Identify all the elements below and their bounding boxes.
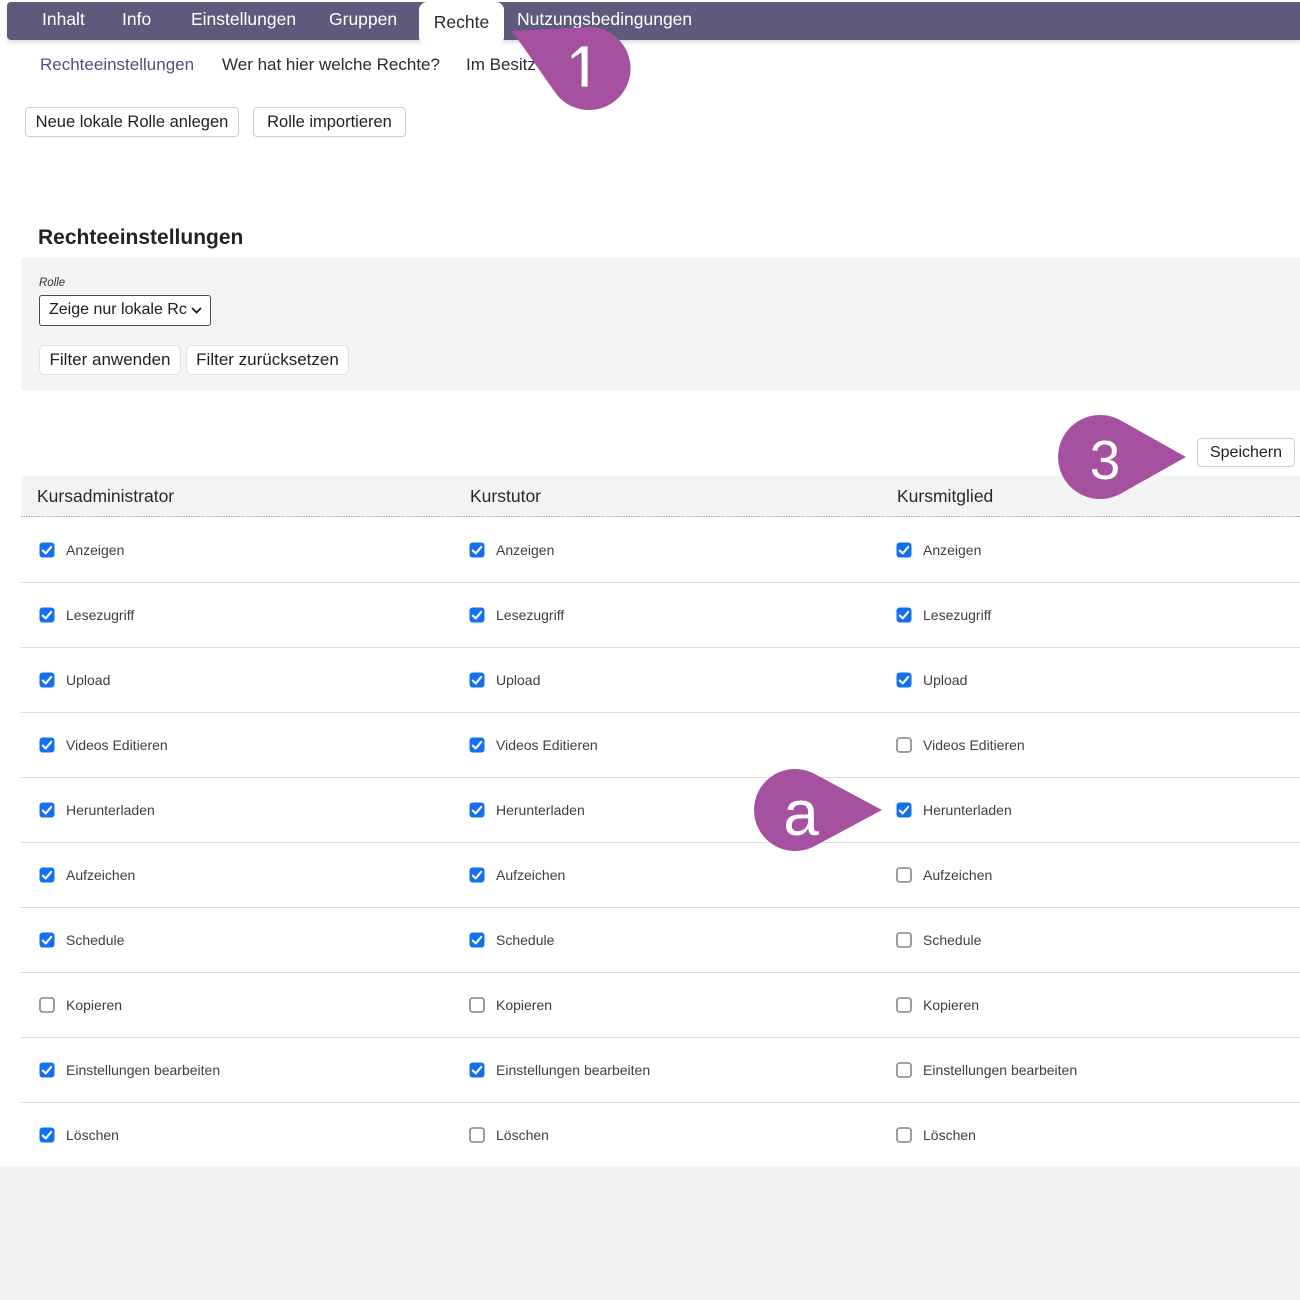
svg-text:a: a (783, 777, 819, 849)
